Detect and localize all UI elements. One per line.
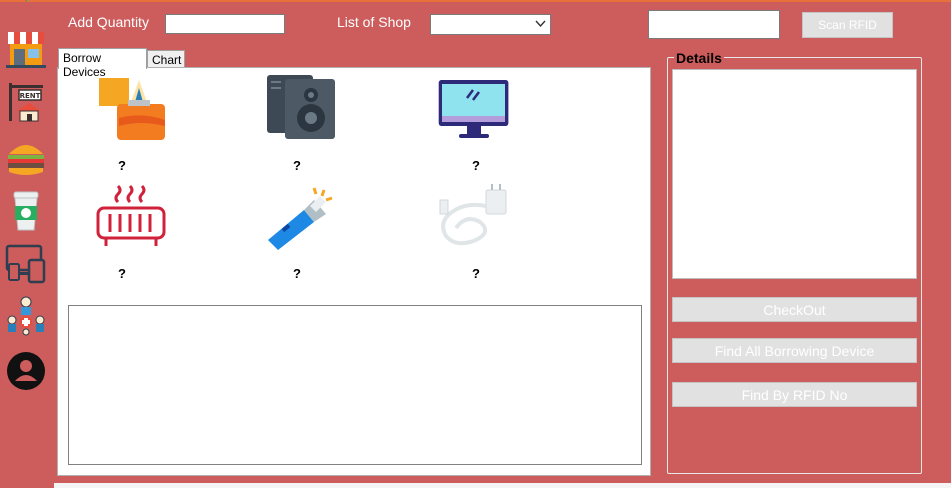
speaker-device[interactable] [265,73,337,141]
details-title: Details [674,50,724,66]
shop-select[interactable] [430,14,551,35]
charger-icon [439,184,507,246]
bottom-strip [54,483,951,488]
heater-icon [96,184,166,246]
title-accent-line [0,0,951,2]
svg-text:RENT: RENT [20,92,41,100]
find-all-borrowing-button[interactable]: Find All Borrowing Device [672,338,917,363]
app-logo-icon [5,0,47,8]
list-of-shop-label: List of Shop [337,14,411,30]
add-quantity-input[interactable] [165,14,285,34]
user-icon[interactable] [5,350,47,392]
flashlight-quantity: ? [293,266,301,281]
monitor-icon [438,80,509,138]
details-box[interactable] [672,69,917,279]
borrowed-list-box[interactable] [68,305,642,465]
shop-select-value [431,17,434,31]
sidebar: RENT [0,0,54,488]
shop-icon[interactable] [5,28,47,70]
lighter-device[interactable] [95,74,167,142]
devices-icon[interactable] [5,242,47,284]
chevron-down-icon [535,20,546,28]
scan-rfid-button[interactable]: Scan RFID [802,12,893,38]
burger-icon[interactable] [5,136,47,178]
speaker-icon [267,75,335,139]
charger-quantity: ? [472,266,480,281]
flashlight-device[interactable] [264,182,336,250]
people-icon[interactable] [5,295,47,337]
rfid-input[interactable] [648,10,780,39]
monitor-quantity: ? [472,158,480,173]
monitor-device[interactable] [437,76,509,144]
tab-borrow-devices[interactable]: Borrow Devices [58,48,147,79]
add-quantity-label: Add Quantity [68,14,149,30]
lighter-quantity: ? [118,158,126,173]
speaker-quantity: ? [293,158,301,173]
find-by-rfid-button[interactable]: Find By RFID No [672,382,917,407]
heater-quantity: ? [118,266,126,281]
rent-icon[interactable]: RENT [5,81,47,123]
flashlight-icon [268,187,333,250]
heater-device[interactable] [94,182,166,250]
coffee-cup-icon[interactable] [5,190,47,232]
checkout-button[interactable]: CheckOut [672,297,917,322]
charger-device[interactable] [436,182,508,250]
lighter-icon [99,78,165,140]
